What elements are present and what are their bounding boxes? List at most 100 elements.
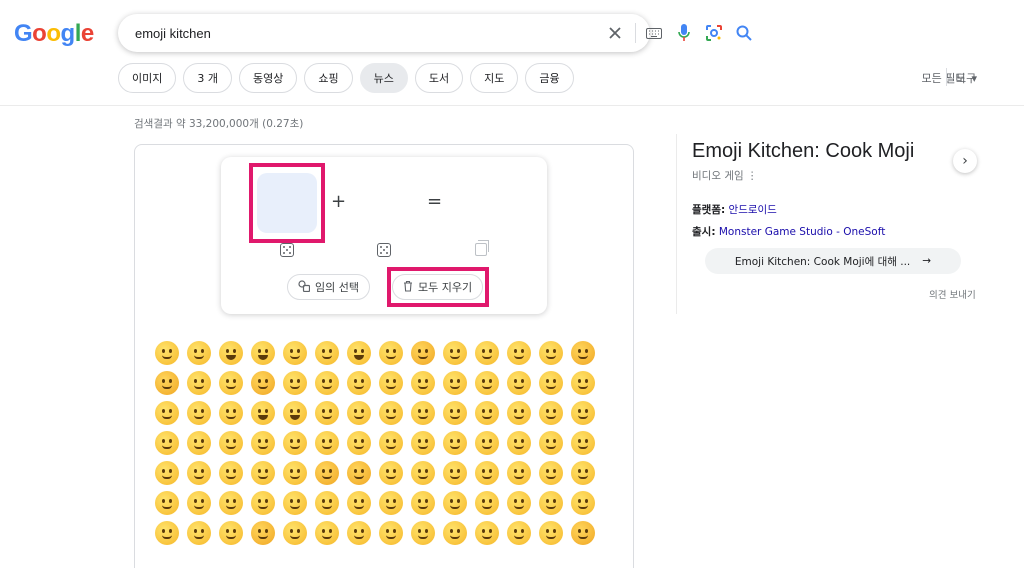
emoji-item[interactable] <box>443 401 467 425</box>
emoji-item[interactable] <box>283 401 307 425</box>
emoji-item[interactable] <box>539 431 563 455</box>
emoji-item[interactable] <box>507 371 531 395</box>
emoji-item[interactable] <box>315 371 339 395</box>
emoji-item[interactable] <box>347 521 371 545</box>
chip-finance[interactable]: 금융 <box>525 63 574 93</box>
emoji-item[interactable] <box>539 371 563 395</box>
more-options-icon[interactable]: ⋮ <box>747 170 758 182</box>
emoji-item[interactable] <box>219 491 243 515</box>
emoji-item[interactable] <box>315 401 339 425</box>
emoji-item[interactable] <box>571 431 595 455</box>
emoji-item[interactable] <box>251 431 275 455</box>
emoji-item[interactable] <box>443 491 467 515</box>
emoji-item[interactable] <box>571 521 595 545</box>
emoji-item[interactable] <box>347 341 371 365</box>
google-logo[interactable]: Google <box>14 20 94 48</box>
emoji-item[interactable] <box>475 371 499 395</box>
emoji-item[interactable] <box>187 431 211 455</box>
emoji-item[interactable] <box>187 371 211 395</box>
emoji-item[interactable] <box>475 461 499 485</box>
emoji-item[interactable] <box>315 431 339 455</box>
emoji-item[interactable] <box>315 341 339 365</box>
emoji-item[interactable] <box>283 521 307 545</box>
emoji-item[interactable] <box>507 521 531 545</box>
feedback-link[interactable]: 의견 보내기 <box>929 287 976 301</box>
emoji-item[interactable] <box>475 491 499 515</box>
chip-3[interactable]: 3 개 <box>183 63 232 93</box>
chip-images[interactable]: 이미지 <box>118 63 177 93</box>
emoji-item[interactable] <box>187 491 211 515</box>
emoji-item[interactable] <box>187 401 211 425</box>
emoji-item[interactable] <box>507 341 531 365</box>
search-input[interactable] <box>135 23 475 43</box>
emoji-item[interactable] <box>251 521 275 545</box>
chip-maps[interactable]: 지도 <box>470 63 519 93</box>
emoji-item[interactable] <box>379 401 403 425</box>
google-lens-icon[interactable] <box>704 23 724 43</box>
emoji-item[interactable] <box>571 401 595 425</box>
chip-books[interactable]: 도서 <box>414 63 464 93</box>
emoji-item[interactable] <box>411 491 435 515</box>
emoji-item[interactable] <box>315 461 339 485</box>
copy-icon[interactable] <box>475 240 489 256</box>
emoji-item[interactable] <box>187 521 211 545</box>
emoji-item[interactable] <box>155 491 179 515</box>
emoji-item[interactable] <box>443 341 467 365</box>
clear-icon[interactable] <box>605 23 625 43</box>
emoji-item[interactable] <box>539 461 563 485</box>
emoji-item[interactable] <box>347 461 371 485</box>
emoji-item[interactable] <box>219 371 243 395</box>
emoji-item[interactable] <box>187 461 211 485</box>
emoji-item[interactable] <box>155 461 179 485</box>
emoji-item[interactable] <box>443 371 467 395</box>
emoji-item[interactable] <box>315 491 339 515</box>
tools-button[interactable]: 도구 <box>956 70 976 86</box>
emoji-item[interactable] <box>219 401 243 425</box>
emoji-item[interactable] <box>283 461 307 485</box>
emoji-item[interactable] <box>155 371 179 395</box>
chevron-right-icon[interactable]: › <box>953 149 977 173</box>
emoji-item[interactable] <box>219 431 243 455</box>
emoji-item[interactable] <box>379 431 403 455</box>
platform-link[interactable]: 안드로이드 <box>729 204 777 216</box>
emoji-item[interactable] <box>379 521 403 545</box>
emoji-item[interactable] <box>507 401 531 425</box>
emoji-item[interactable] <box>187 341 211 365</box>
emoji-item[interactable] <box>283 431 307 455</box>
emoji-item[interactable] <box>411 461 435 485</box>
emoji-item[interactable] <box>507 431 531 455</box>
emoji-item[interactable] <box>219 521 243 545</box>
emoji-item[interactable] <box>571 461 595 485</box>
chip-news[interactable]: 뉴스 <box>359 63 408 93</box>
emoji-item[interactable] <box>475 521 499 545</box>
emoji-item[interactable] <box>379 491 403 515</box>
emoji-item[interactable] <box>411 341 435 365</box>
emoji-item[interactable] <box>315 521 339 545</box>
emoji-item[interactable] <box>539 521 563 545</box>
emoji-item[interactable] <box>539 341 563 365</box>
emoji-item[interactable] <box>155 401 179 425</box>
emoji-item[interactable] <box>283 371 307 395</box>
emoji-item[interactable] <box>411 521 435 545</box>
chip-videos[interactable]: 동영상 <box>239 63 298 93</box>
emoji-item[interactable] <box>283 341 307 365</box>
keyboard-icon[interactable] <box>644 23 664 43</box>
emoji-item[interactable] <box>475 401 499 425</box>
search-icon[interactable] <box>734 23 754 43</box>
emoji-item[interactable] <box>571 491 595 515</box>
release-link[interactable]: Monster Game Studio - OneSoft <box>719 226 885 238</box>
emoji-item[interactable] <box>539 491 563 515</box>
emoji-item[interactable] <box>155 341 179 365</box>
emoji-item[interactable] <box>443 461 467 485</box>
emoji-item[interactable] <box>283 491 307 515</box>
emoji-item[interactable] <box>379 371 403 395</box>
emoji-item[interactable] <box>507 461 531 485</box>
emoji-item[interactable] <box>347 431 371 455</box>
random-select-button[interactable]: 임의 선택 <box>287 274 370 300</box>
emoji-item[interactable] <box>219 461 243 485</box>
about-button[interactable]: Emoji Kitchen: Cook Moji에 대해 ... → <box>705 248 961 274</box>
emoji-item[interactable] <box>379 341 403 365</box>
emoji-item[interactable] <box>411 431 435 455</box>
emoji-item[interactable] <box>571 341 595 365</box>
microphone-icon[interactable] <box>674 23 694 43</box>
